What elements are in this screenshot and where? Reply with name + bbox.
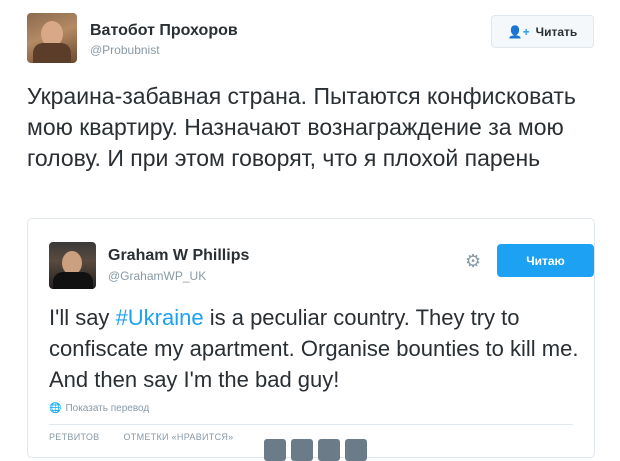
author-name[interactable]: Ватобот Прохоров <box>90 22 238 40</box>
follow-button-label: Читать <box>535 24 578 39</box>
liker-avatar[interactable] <box>318 439 340 461</box>
quoted-author-avatar[interactable] <box>49 242 96 289</box>
retweets-label[interactable]: РЕТВИТОВ <box>49 432 99 442</box>
following-button[interactable]: Читаю <box>497 244 594 277</box>
quoted-tweet-text: I'll say #Ukraine is a peculiar country.… <box>49 302 584 395</box>
translate-label: Показать перевод <box>65 403 150 414</box>
quoted-author-name[interactable]: Graham W Phillips <box>108 247 249 265</box>
likers-avatars <box>264 439 367 461</box>
avatar-body <box>33 43 71 63</box>
quoted-tweet-card[interactable]: Graham W Phillips @GrahamWP_UK ⚙ Читаю I… <box>27 218 595 461</box>
hashtag-link[interactable]: #Ukraine <box>116 305 204 330</box>
tweet-author-avatar[interactable] <box>27 13 77 63</box>
translate-link[interactable]: 🌐 Показать перевод <box>49 403 149 414</box>
tweet-stats: РЕТВИТОВ ОТМЕТКИ «НРАВИТСЯ» <box>49 432 233 442</box>
follow-button[interactable]: 👤+ Читать <box>491 15 594 48</box>
avatar-body <box>53 272 93 289</box>
liker-avatar[interactable] <box>345 439 367 461</box>
stats-divider <box>49 424 573 425</box>
globe-icon: 🌐 <box>49 403 62 414</box>
gear-icon[interactable]: ⚙ <box>465 251 481 272</box>
follow-person-icon: 👤+ <box>507 24 530 39</box>
quoted-author-handle[interactable]: @GrahamWP_UK <box>108 269 206 283</box>
likes-label[interactable]: ОТМЕТКИ «НРАВИТСЯ» <box>123 432 233 442</box>
liker-avatar[interactable] <box>264 439 286 461</box>
author-handle[interactable]: @Probubnist <box>90 43 160 57</box>
quoted-text-before: I'll say <box>49 305 116 330</box>
tweet-text: Украина-забавная страна. Пытаются конфис… <box>27 83 576 171</box>
liker-avatar[interactable] <box>291 439 313 461</box>
